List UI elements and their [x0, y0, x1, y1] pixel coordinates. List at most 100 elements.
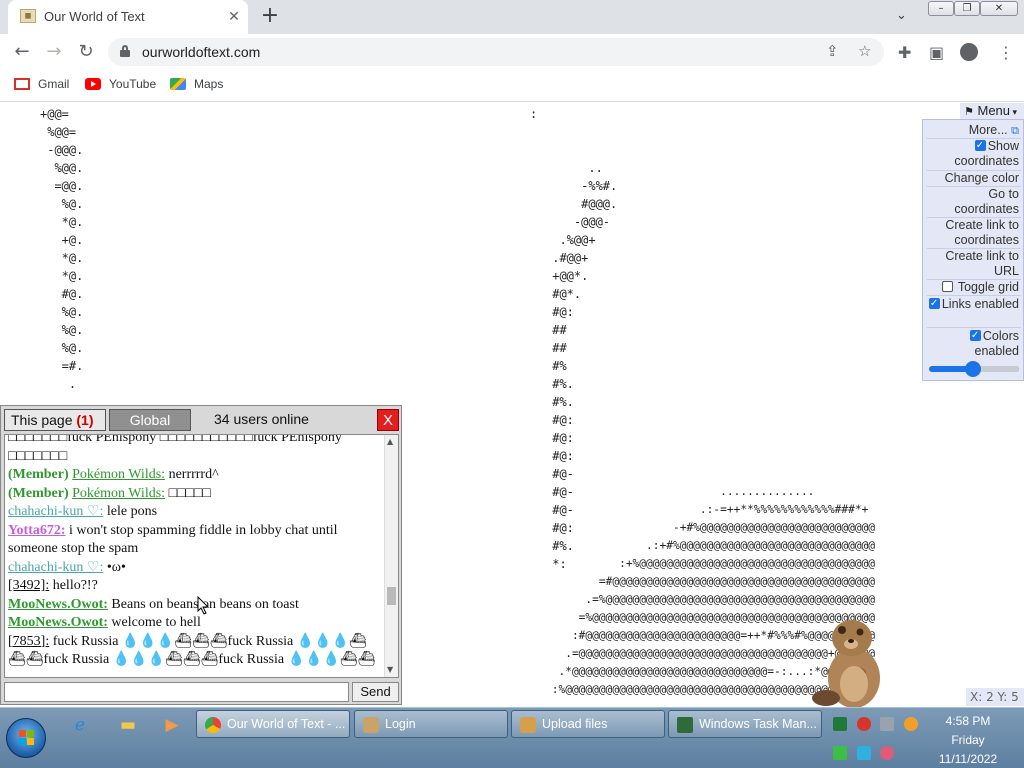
forward-icon[interactable]: → — [42, 40, 66, 64]
internet-explorer-icon[interactable]: ℯ — [68, 714, 92, 736]
tab-this-page[interactable]: This page (1) — [4, 409, 106, 431]
menu-more[interactable]: More... ⧉ — [923, 123, 1019, 138]
reload-icon[interactable]: ↻ — [74, 40, 98, 64]
menu-item-label: Colors enabled — [974, 329, 1020, 358]
minimize-icon[interactable]: – — [928, 1, 954, 16]
tray-network-app-icon[interactable] — [880, 717, 894, 731]
tray-media-icon[interactable] — [880, 746, 894, 760]
chat-nick[interactable]: chahachi-kun ♡: — [8, 504, 103, 519]
chat-nick[interactable]: Pokémon Wilds: — [72, 467, 165, 482]
colors-enabled-checkbox[interactable] — [969, 328, 981, 343]
tab-search-chevron-icon[interactable]: ⌄ — [896, 8, 907, 23]
chat-nick[interactable]: [7853]: — [8, 634, 49, 649]
chat-nick[interactable]: MooNews.Owot: — [8, 615, 108, 630]
chat-message: MooNews.Owot: welcome to hell — [8, 614, 384, 633]
send-button[interactable]: Send — [352, 682, 399, 702]
menu-show-coordinates[interactable]: Show coordinates — [923, 138, 1019, 169]
taskbar-button-label: Upload files — [542, 717, 608, 731]
new-tab-icon[interactable]: + — [258, 4, 282, 28]
chat-nick[interactable]: Pokémon Wilds: — [72, 486, 165, 501]
menu-flag-icon: ⚑ — [964, 105, 974, 118]
chat-scrollbar[interactable]: ▲ ▼ — [384, 435, 398, 677]
browser-menu-icon[interactable]: ⋮ — [998, 43, 1014, 62]
menu-item-label: Create link to URL — [945, 249, 1019, 278]
bookmark-maps[interactable]: Maps — [170, 77, 223, 95]
chat-nick[interactable]: chahachi-kun ♡: — [8, 560, 103, 575]
tab-global[interactable]: Global — [109, 409, 191, 431]
tray-monitor-icon[interactable] — [857, 746, 871, 760]
menu-button[interactable]: ⚑ Menu ▾ — [960, 103, 1024, 119]
scrollbar-thumb[interactable] — [387, 587, 396, 605]
menu-item-label: Show coordinates — [954, 139, 1019, 168]
show-coordinates-checkbox[interactable] — [974, 138, 986, 153]
chat-nick[interactable]: MooNews.Owot: — [8, 597, 108, 612]
taskbar-login-window[interactable]: Login — [354, 710, 508, 738]
windows-logo-icon — [19, 730, 35, 746]
lock-icon[interactable] — [120, 45, 130, 57]
tray-antivirus-icon[interactable] — [857, 717, 871, 731]
menu-more-label: More... — [968, 123, 1008, 137]
taskbar-upload-window[interactable]: Upload files — [511, 710, 665, 738]
message-text: □□□□□ — [165, 485, 211, 501]
menu-go-to-coordinates[interactable]: Go to coordinates — [923, 187, 1019, 217]
toggle-grid-checkbox[interactable] — [941, 281, 953, 292]
chat-message: [7853]: fuck Russia 💧💧💧⛴⛴⛴fuck Russia 💧💧… — [8, 633, 384, 670]
start-button[interactable] — [6, 718, 46, 758]
tray-search-icon[interactable] — [904, 717, 918, 731]
chat-nick[interactable]: Yotta672: — [8, 523, 66, 538]
bookmark-star-icon[interactable]: ☆ — [858, 42, 871, 60]
menu-item-label: Links enabled — [941, 297, 1019, 311]
browser-tab[interactable]: ▦ Our World of Text ✕ — [8, 0, 248, 34]
scroll-up-icon[interactable]: ▲ — [387, 437, 393, 446]
menu-item-label: Toggle grid — [957, 280, 1019, 294]
address-bar[interactable]: ourworldoftext.com ⇪ ☆ — [108, 38, 884, 66]
menu-create-link-coordinates[interactable]: Create link to coordinates — [923, 218, 1019, 248]
chat-message-log[interactable]: □□□□□□□fuck PEnispony □□□□□□□□□□□fuck PE… — [4, 434, 399, 678]
zoom-slider-rest[interactable] — [977, 366, 1019, 372]
menu-links-enabled[interactable]: Links enabled — [923, 296, 1019, 312]
menu-toggle-grid[interactable]: Toggle grid — [923, 280, 1019, 295]
chat-message: (Member) Pokémon Wilds: nerrrrrd^ — [8, 466, 384, 485]
bookmarks-bar: Gmail YouTube Maps — [0, 70, 1024, 102]
message-text: nerrrrrd^ — [165, 467, 219, 482]
bookmark-gmail[interactable]: Gmail — [14, 77, 69, 95]
back-icon[interactable]: ← — [10, 40, 34, 64]
message-text: lele pons — [103, 504, 158, 519]
links-enabled-checkbox[interactable] — [928, 296, 940, 311]
profile-avatar-icon[interactable] — [960, 43, 978, 61]
media-player-icon[interactable]: ▶ — [160, 714, 184, 736]
chat-close-button[interactable]: X — [377, 409, 399, 431]
zoom-slider-thumb[interactable] — [965, 361, 981, 377]
taskbar-chrome-window[interactable]: Our World of Text - ... — [196, 710, 350, 738]
window-close-icon[interactable]: ✕ — [980, 1, 1018, 16]
chat-nick[interactable]: [3492]: — [8, 578, 49, 593]
file-explorer-icon[interactable]: ▬ — [116, 714, 140, 736]
taskbar-task-manager-window[interactable]: Windows Task Man... — [668, 710, 822, 738]
tray-green-icon[interactable] — [833, 746, 847, 760]
menu-create-link-url[interactable]: Create link to URL — [923, 249, 1019, 279]
chat-message: Yotta672: i won't stop spamming fiddle i… — [8, 522, 384, 559]
menu-caret-icon: ▾ — [1010, 107, 1018, 117]
menu-item-label: Create link to coordinates — [945, 218, 1019, 247]
taskbar-clock[interactable]: 4:58 PM Friday 11/11/2022 — [928, 712, 1008, 768]
menu-item-label: Go to coordinates — [954, 187, 1019, 216]
tray-task-manager-icon[interactable] — [833, 717, 847, 731]
scroll-down-icon[interactable]: ▼ — [387, 665, 393, 674]
extensions-icon[interactable]: ✚ — [898, 43, 911, 62]
browser-tabstrip: ▦ Our World of Text ✕ + ⌄ – ❐ ✕ — [0, 0, 1024, 34]
side-panel-icon[interactable]: ▣ — [929, 43, 944, 62]
windows-taskbar: ℯ ▬ ▶ Our World of Text - ... Login Uplo… — [0, 707, 1024, 768]
ascii-art-colon: : — [530, 107, 538, 121]
chat-input[interactable] — [4, 682, 349, 702]
message-text: welcome to hell — [107, 615, 201, 630]
chat-message: (Member) Pokémon Wilds: □□□□□ — [8, 485, 384, 504]
bookmark-youtube[interactable]: YouTube — [85, 77, 156, 95]
chat-message: MooNews.Owot: Beans on beans on beans on… — [8, 596, 384, 615]
tab-close-icon[interactable]: ✕ — [224, 6, 244, 26]
url-text: ourworldoftext.com — [142, 44, 261, 60]
member-badge: (Member) — [8, 485, 69, 501]
restore-icon[interactable]: ❐ — [954, 1, 980, 16]
share-icon[interactable]: ⇪ — [826, 42, 839, 60]
menu-colors-enabled[interactable]: Colors enabled — [923, 328, 1020, 359]
menu-change-color[interactable]: Change color — [923, 171, 1019, 186]
